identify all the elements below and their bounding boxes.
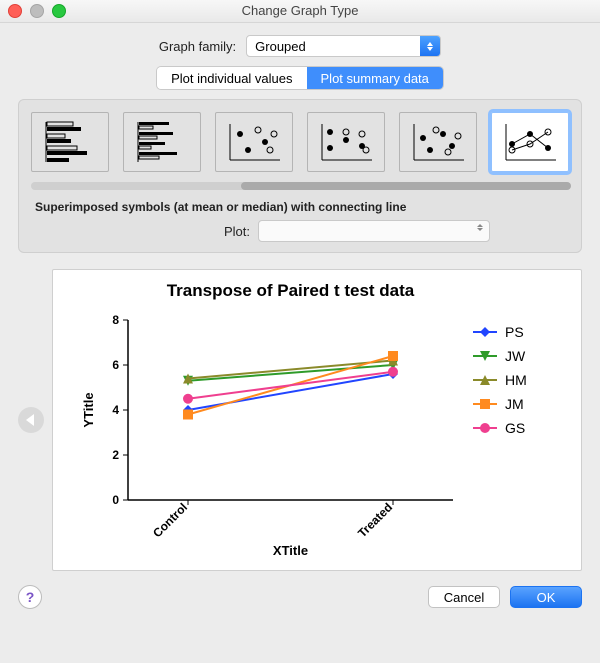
svg-text:JM: JM [505,396,524,412]
close-window-button[interactable] [8,4,22,18]
plot-mode-tabs: Plot individual values Plot summary data [18,67,582,89]
svg-text:JW: JW [505,348,526,364]
help-icon: ? [26,589,35,605]
chevron-left-icon [26,414,34,426]
graph-family-dropdown[interactable]: Grouped [246,35,441,57]
graph-type-panel: Superimposed symbols (at mean or median)… [18,99,582,253]
tab-plot-individual[interactable]: Plot individual values [157,67,306,89]
graph-type-hbar-b[interactable] [123,112,201,172]
traffic-lights [8,4,66,18]
ok-button[interactable]: OK [510,586,582,608]
dropdown-caret-icon [420,36,440,56]
graph-type-scatter-a[interactable] [215,112,293,172]
thumbnail-scroll-thumb[interactable] [241,182,571,190]
svg-text:Treated: Treated [355,500,395,540]
graph-type-caption: Superimposed symbols (at mean or median)… [35,200,569,214]
help-button[interactable]: ? [18,585,42,609]
plot-label: Plot: [110,224,250,239]
svg-text:6: 6 [112,358,119,372]
graph-preview: Transpose of Paired t test data 0 2 4 6 8 Cont… [52,269,582,571]
svg-text:4: 4 [112,403,119,417]
graph-family-row: Graph family: Grouped [18,35,582,57]
zoom-window-button[interactable] [52,4,66,18]
svg-text:GS: GS [505,420,525,436]
graph-type-scatter-b[interactable] [307,112,385,172]
svg-text:HM: HM [505,372,527,388]
graph-type-connected-symbols[interactable] [491,112,569,172]
svg-text:Transpose of Paired t test dat: Transpose of Paired t test data [167,281,415,300]
svg-text:0: 0 [112,493,119,507]
graph-type-scatter-c[interactable] [399,112,477,172]
plot-dropdown[interactable] [258,220,490,242]
window-title: Change Graph Type [242,3,359,18]
graph-type-thumbnails [31,112,569,172]
graph-family-label: Graph family: [159,39,236,54]
graph-type-hbar-a[interactable] [31,112,109,172]
svg-text:2: 2 [112,448,119,462]
preview-prev-button[interactable] [18,407,44,433]
cancel-button[interactable]: Cancel [428,586,500,608]
tab-plot-summary[interactable]: Plot summary data [307,67,443,89]
svg-text:XTitle: XTitle [273,543,308,558]
minimize-window-button [30,4,44,18]
thumbnail-scroll-track[interactable] [31,182,569,190]
dropdown-caret-icon [477,224,483,231]
titlebar: Change Graph Type [0,0,600,23]
svg-text:8: 8 [112,313,119,327]
svg-text:YTitle: YTitle [81,392,96,427]
svg-text:PS: PS [505,324,524,340]
svg-text:Control: Control [150,500,190,540]
